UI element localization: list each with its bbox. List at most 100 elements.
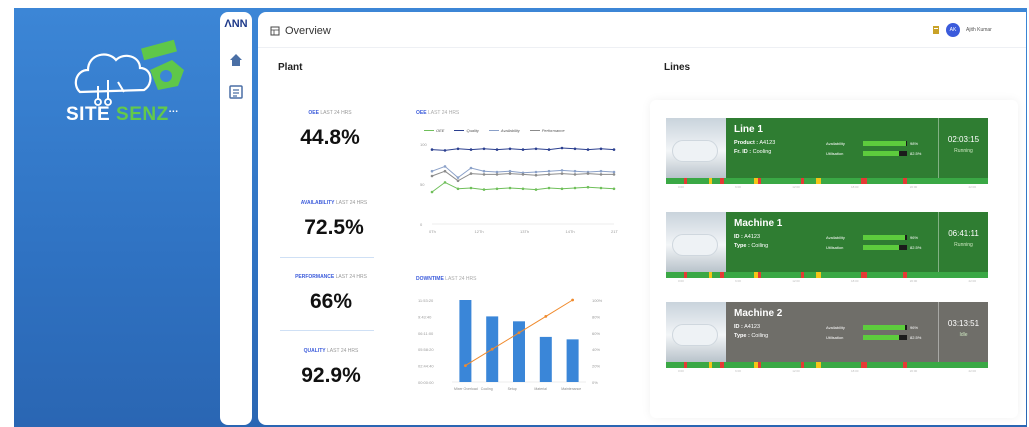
notification-icon[interactable] bbox=[932, 25, 940, 35]
timeline-segment[interactable] bbox=[821, 362, 861, 368]
timeline-segment[interactable] bbox=[712, 178, 720, 184]
series-point[interactable] bbox=[599, 147, 603, 151]
timeline-segment[interactable] bbox=[867, 362, 903, 368]
series-point[interactable] bbox=[495, 170, 499, 174]
series-point[interactable] bbox=[573, 169, 577, 173]
series-point[interactable] bbox=[521, 173, 525, 176]
series-point[interactable] bbox=[586, 185, 590, 189]
user-menu[interactable]: AK Ajith Kumar bbox=[932, 23, 992, 37]
cumulative-point[interactable] bbox=[490, 347, 494, 351]
cumulative-point[interactable] bbox=[571, 298, 574, 302]
series-point[interactable] bbox=[534, 170, 538, 174]
line-card[interactable]: Machine 2 ID : A4123 Type : Coiling Avai… bbox=[666, 302, 988, 377]
series-point[interactable] bbox=[469, 172, 473, 175]
series-point[interactable] bbox=[573, 173, 577, 176]
report-icon[interactable] bbox=[228, 84, 244, 100]
timeline-segment[interactable] bbox=[666, 178, 684, 184]
series-point[interactable] bbox=[573, 147, 577, 151]
series-point[interactable] bbox=[469, 148, 473, 151]
series-point[interactable] bbox=[508, 169, 512, 173]
timeline-segment[interactable] bbox=[687, 362, 709, 368]
series-point[interactable] bbox=[482, 188, 486, 191]
state-timeline[interactable] bbox=[666, 178, 988, 184]
timeline-segment[interactable] bbox=[804, 272, 816, 278]
series-point[interactable] bbox=[547, 186, 551, 190]
series-point[interactable] bbox=[508, 172, 512, 175]
series-point[interactable] bbox=[443, 181, 447, 184]
timeline-segment[interactable] bbox=[821, 272, 861, 278]
series-point[interactable] bbox=[547, 148, 551, 151]
legend-item[interactable]: Quality bbox=[454, 128, 479, 133]
series-point[interactable] bbox=[482, 169, 486, 173]
series-point[interactable] bbox=[586, 172, 590, 175]
cumulative-point[interactable] bbox=[517, 331, 521, 335]
series-point[interactable] bbox=[547, 169, 551, 173]
series-point[interactable] bbox=[612, 173, 616, 176]
series-point[interactable] bbox=[456, 179, 460, 183]
series-point[interactable] bbox=[612, 187, 616, 191]
series-point[interactable] bbox=[443, 165, 447, 168]
timeline-segment[interactable] bbox=[761, 272, 801, 278]
avatar[interactable]: AK bbox=[946, 23, 960, 37]
timeline-segment[interactable] bbox=[907, 272, 988, 278]
series-point[interactable] bbox=[443, 169, 447, 173]
timeline-segment[interactable] bbox=[821, 178, 861, 184]
bar[interactable] bbox=[459, 300, 472, 382]
series-point[interactable] bbox=[430, 169, 434, 173]
timeline-segment[interactable] bbox=[724, 362, 754, 368]
series-point[interactable] bbox=[521, 148, 525, 151]
series-point[interactable] bbox=[599, 173, 603, 176]
series-point[interactable] bbox=[443, 149, 447, 152]
series-point[interactable] bbox=[534, 147, 538, 151]
series-point[interactable] bbox=[482, 147, 486, 151]
series-point[interactable] bbox=[560, 187, 564, 191]
timeline-segment[interactable] bbox=[761, 178, 801, 184]
timeline-segment[interactable] bbox=[687, 178, 709, 184]
timeline-segment[interactable] bbox=[724, 272, 754, 278]
rail-logo[interactable]: ΛNN bbox=[224, 18, 248, 30]
series-point[interactable] bbox=[547, 173, 551, 176]
timeline-segment[interactable] bbox=[724, 178, 754, 184]
series-point[interactable] bbox=[573, 186, 577, 190]
series-point[interactable] bbox=[430, 190, 434, 194]
timeline-segment[interactable] bbox=[761, 362, 801, 368]
timeline-segment[interactable] bbox=[666, 362, 684, 368]
series-point[interactable] bbox=[456, 187, 460, 191]
series-point[interactable] bbox=[430, 174, 434, 178]
series-point[interactable] bbox=[508, 147, 512, 151]
bar[interactable] bbox=[539, 336, 552, 382]
legend-item[interactable]: Performance bbox=[529, 128, 565, 133]
series-point[interactable] bbox=[612, 170, 616, 174]
series-point[interactable] bbox=[521, 187, 525, 191]
timeline-segment[interactable] bbox=[804, 178, 816, 184]
timeline-segment[interactable] bbox=[712, 272, 720, 278]
timeline-segment[interactable] bbox=[666, 272, 684, 278]
series-point[interactable] bbox=[534, 188, 538, 191]
bar[interactable] bbox=[566, 339, 579, 382]
series-point[interactable] bbox=[586, 148, 590, 151]
line-card[interactable]: Line 1 Product : A4123 Fr. ID : Cooling … bbox=[666, 118, 988, 193]
timeline-segment[interactable] bbox=[804, 362, 816, 368]
series-point[interactable] bbox=[599, 186, 603, 190]
series-point[interactable] bbox=[469, 166, 473, 170]
state-timeline[interactable] bbox=[666, 272, 988, 278]
cumulative-point[interactable] bbox=[544, 315, 548, 318]
timeline-segment[interactable] bbox=[867, 272, 903, 278]
timeline-segment[interactable] bbox=[867, 178, 903, 184]
series-point[interactable] bbox=[456, 147, 460, 151]
series-point[interactable] bbox=[430, 148, 434, 151]
legend-item[interactable]: OEE bbox=[424, 128, 444, 133]
series-point[interactable] bbox=[560, 169, 564, 172]
timeline-segment[interactable] bbox=[907, 362, 988, 368]
legend-item[interactable]: Availability bbox=[488, 128, 520, 133]
timeline-segment[interactable] bbox=[907, 178, 988, 184]
timeline-segment[interactable] bbox=[712, 362, 720, 368]
series-point[interactable] bbox=[560, 172, 564, 175]
timeline-segment[interactable] bbox=[687, 272, 709, 278]
line-card[interactable]: Machine 1 ID : A4123 Type : Coiling Avai… bbox=[666, 212, 988, 287]
series-point[interactable] bbox=[534, 173, 538, 177]
series-point[interactable] bbox=[612, 148, 616, 151]
series-point[interactable] bbox=[469, 186, 473, 190]
series-point[interactable] bbox=[495, 187, 499, 191]
series-point[interactable] bbox=[560, 146, 564, 150]
